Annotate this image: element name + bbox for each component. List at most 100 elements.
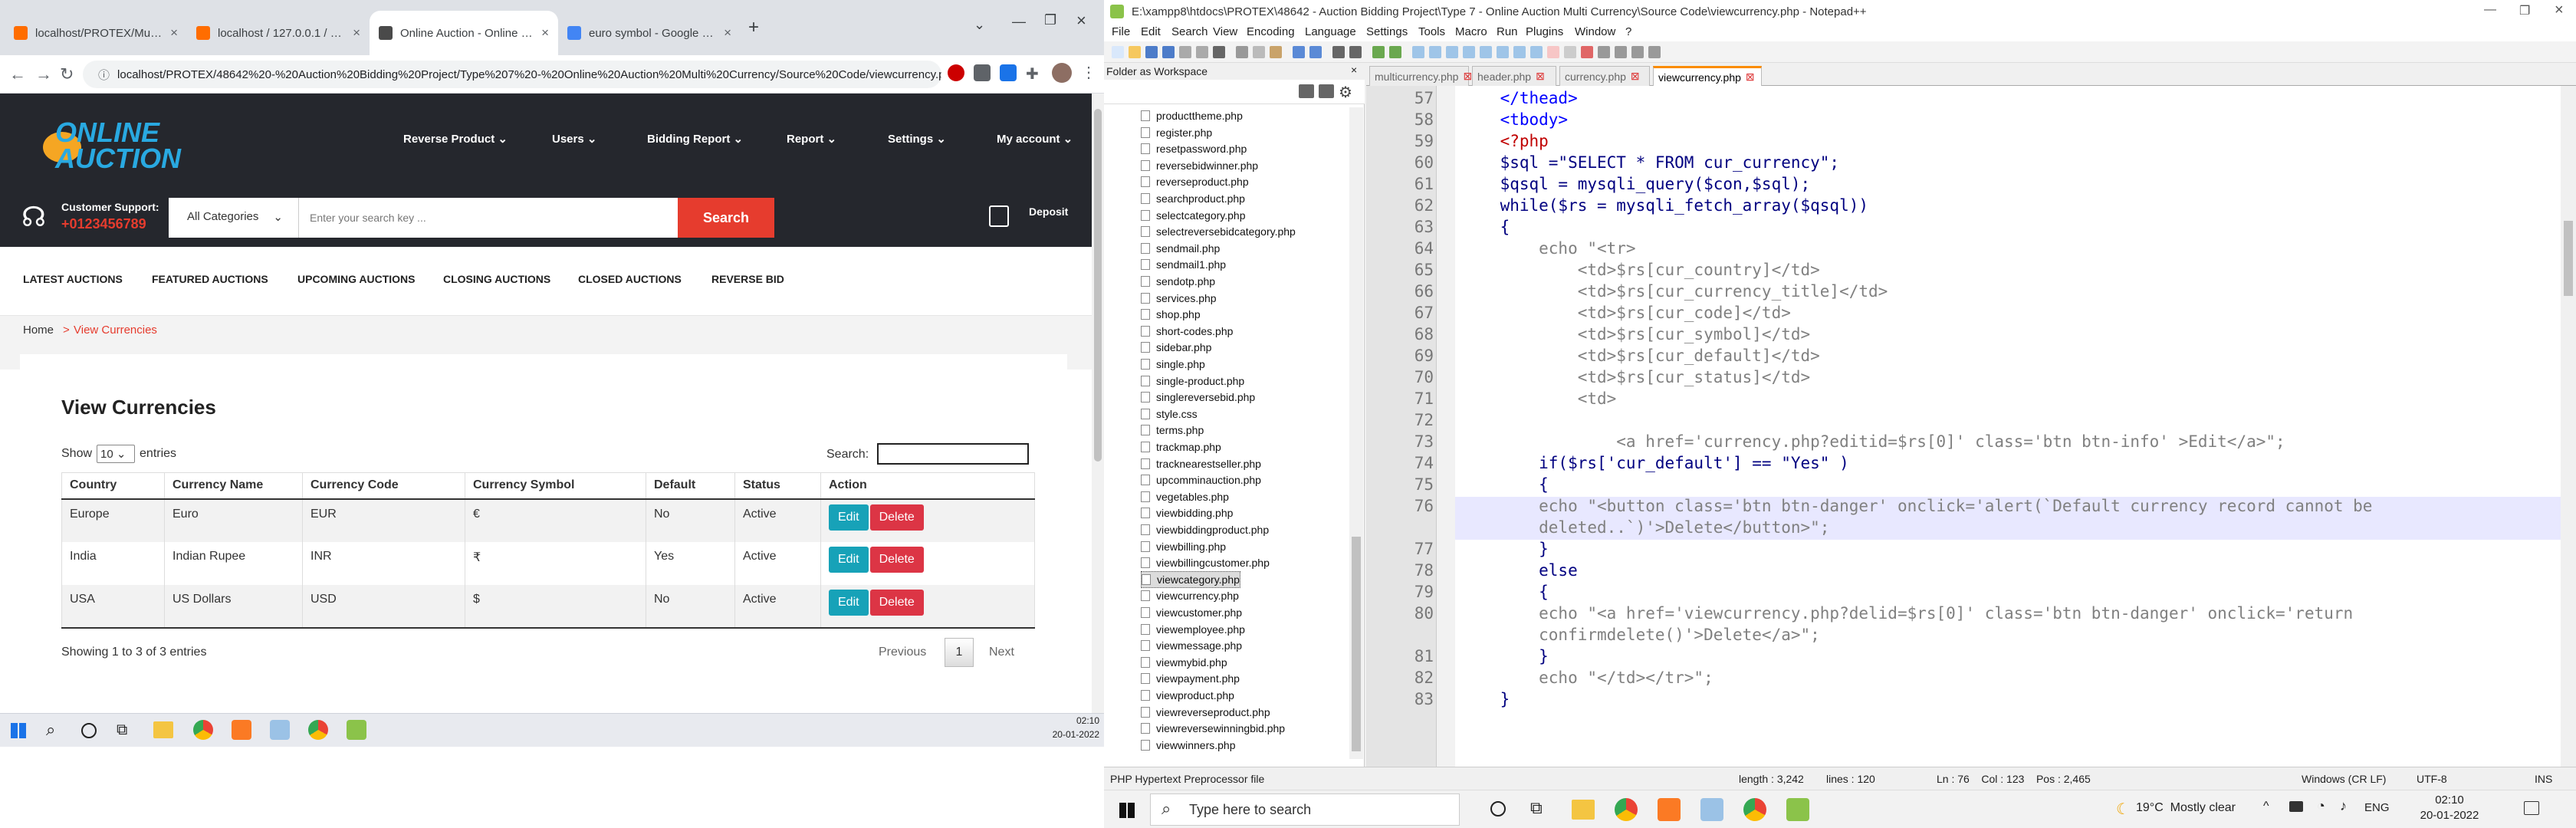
taskbar-search-input[interactable]: ⌕ Type here to search	[1150, 794, 1460, 826]
code-line[interactable]: <td>$rs[cur_country]</td>	[1455, 261, 2561, 282]
close-window-icon[interactable]: ×	[2555, 2, 2564, 19]
search-button[interactable]: Search	[678, 198, 774, 238]
editor-tab[interactable]: multicurrency.php ⊠	[1369, 66, 1472, 86]
zoom-in-icon[interactable]	[1372, 46, 1385, 58]
menu-view[interactable]: View	[1213, 25, 1237, 38]
clock-time[interactable]: 02:10	[2415, 794, 2484, 807]
file-tree-item[interactable]: viewproduct.php	[1141, 687, 1234, 704]
menu-macro[interactable]: Macro	[1455, 25, 1487, 38]
file-tree-item[interactable]: producttheme.php	[1141, 107, 1243, 124]
file-tree-scrollbar[interactable]	[1349, 107, 1363, 759]
code-line[interactable]: }	[1455, 647, 2561, 669]
undo-icon[interactable]	[1293, 46, 1305, 58]
windows-start-icon[interactable]	[11, 723, 26, 738]
stop-macro-icon[interactable]	[1598, 46, 1610, 58]
task-view-icon[interactable]: ⧉	[117, 721, 127, 739]
save-all-icon[interactable]	[1162, 46, 1175, 58]
col-default[interactable]: Default	[646, 472, 735, 500]
app-icon[interactable]	[270, 720, 290, 740]
redo-icon[interactable]	[1309, 46, 1322, 58]
new-file-icon[interactable]	[1112, 46, 1124, 58]
cortana-icon[interactable]	[1490, 801, 1506, 816]
pagination-previous[interactable]: Previous	[879, 646, 926, 659]
menu-tools[interactable]: Tools	[1418, 25, 1445, 38]
table-search-input[interactable]	[877, 443, 1029, 465]
nav-reverse-product[interactable]: Reverse Product ⌄	[403, 132, 508, 146]
file-tree-item[interactable]: viewpayment.php	[1141, 670, 1240, 687]
minimize-icon[interactable]: —	[1012, 14, 1026, 30]
editor-tab[interactable]: header.php ⊠	[1472, 66, 1556, 86]
collapse-all-icon[interactable]	[1299, 84, 1314, 98]
chrome-icon[interactable]	[1743, 798, 1766, 821]
file-tree-item[interactable]: services.php	[1141, 290, 1217, 307]
file-tree-item[interactable]: register.php	[1141, 124, 1212, 141]
chrome-icon[interactable]	[193, 720, 213, 740]
settings-icon[interactable]: ⚙	[1339, 83, 1352, 102]
code-line[interactable]: {	[1455, 583, 2561, 604]
weather-text[interactable]: 19°C Mostly clear	[2136, 801, 2236, 815]
code-line[interactable]: <td>	[1455, 389, 2561, 411]
code-line[interactable]: else	[1455, 561, 2561, 583]
cortana-icon[interactable]	[81, 723, 97, 738]
file-explorer-icon[interactable]	[1572, 800, 1595, 820]
delete-button[interactable]: Delete	[869, 546, 924, 573]
browser-tab[interactable]: euro symbol - Google Search×	[558, 11, 741, 55]
file-tree-item[interactable]: single-product.php	[1141, 373, 1244, 389]
file-tree-item[interactable]: viewmybid.php	[1141, 654, 1227, 671]
new-tab-icon[interactable]: +	[748, 17, 759, 38]
file-tree-item[interactable]: sendmail.php	[1141, 240, 1220, 257]
open-file-icon[interactable]	[1129, 46, 1141, 58]
file-tree-item[interactable]: sidebar.php	[1141, 339, 1211, 356]
code-line[interactable]: }	[1455, 690, 2561, 711]
forward-icon[interactable]: →	[35, 64, 52, 84]
minimize-icon[interactable]: —	[2484, 3, 2496, 17]
xampp-icon[interactable]	[1658, 798, 1681, 821]
bag-icon[interactable]	[989, 205, 1009, 227]
edit-button[interactable]: Edit	[829, 504, 869, 531]
notification-icon[interactable]	[2524, 801, 2539, 815]
find-icon[interactable]	[1332, 46, 1345, 58]
close-file-icon[interactable]	[1179, 46, 1191, 58]
close-tab-icon[interactable]: ×	[724, 25, 731, 41]
menu-file[interactable]: File	[1112, 25, 1130, 38]
menu-settings[interactable]: Settings	[1366, 25, 1408, 38]
maximize-icon[interactable]: ❐	[1044, 12, 1056, 28]
file-tree-item[interactable]: viewreversewinningbid.php	[1141, 720, 1285, 737]
scrollbar-thumb[interactable]	[1352, 537, 1361, 751]
code-line[interactable]: <td>$rs[cur_currency_title]</td>	[1455, 282, 2561, 304]
cat-upcoming-auctions[interactable]: UPCOMING AUCTIONS	[297, 273, 415, 285]
close-all-icon[interactable]	[1196, 46, 1208, 58]
url-input[interactable]: ⓘ localhost/PROTEX/48642%20-%20Auction%2…	[83, 61, 941, 88]
scrollbar-thumb[interactable]	[2564, 221, 2573, 296]
extension-icon[interactable]	[1000, 64, 1017, 81]
edit-button[interactable]: Edit	[829, 589, 869, 616]
code-line[interactable]: while($rs = mysqli_fetch_array($qsql))	[1455, 196, 2561, 218]
file-tree-item[interactable]: viewbiddingproduct.php	[1141, 521, 1269, 538]
close-tab-icon[interactable]: ⊠	[1536, 70, 1545, 83]
avatar[interactable]	[1052, 63, 1072, 83]
file-tree-item[interactable]: style.css	[1141, 406, 1198, 422]
browser-tab[interactable]: localhost/PROTEX/Multi Currency×	[5, 11, 187, 55]
reload-icon[interactable]: ↻	[60, 64, 74, 84]
file-tree-item[interactable]: viewcustomer.php	[1141, 604, 1242, 621]
chrome-icon[interactable]	[308, 720, 328, 740]
chrome-icon[interactable]	[1615, 798, 1638, 821]
menu-run[interactable]: Run	[1497, 25, 1518, 38]
code-line[interactable]: <tbody>	[1455, 110, 2561, 132]
file-tree-item[interactable]: selectreversebidcategory.php	[1141, 223, 1296, 240]
file-tree-item[interactable]: viewcategory.php	[1141, 570, 1240, 588]
delete-button[interactable]: Delete	[869, 589, 924, 616]
menu-icon[interactable]: ⋮	[1081, 63, 1096, 82]
cut-icon[interactable]	[1236, 46, 1248, 58]
file-tree-item[interactable]: viewbidding.php	[1141, 504, 1233, 521]
file-tree-item[interactable]: searchproduct.php	[1141, 190, 1245, 207]
menu-window[interactable]: Window	[1575, 25, 1615, 38]
delete-button[interactable]: Delete	[869, 504, 924, 531]
pagination-next[interactable]: Next	[989, 646, 1014, 659]
extension-icon[interactable]	[948, 64, 964, 81]
copy-icon[interactable]	[1253, 46, 1265, 58]
file-tree-item[interactable]: reverseproduct.php	[1141, 173, 1249, 190]
cat-reverse-bid[interactable]: REVERSE BID	[711, 273, 784, 285]
code-line[interactable]: confirmdelete()'>Delete</a>";	[1455, 626, 2561, 647]
file-tree-item[interactable]: viewmessage.php	[1141, 637, 1242, 654]
